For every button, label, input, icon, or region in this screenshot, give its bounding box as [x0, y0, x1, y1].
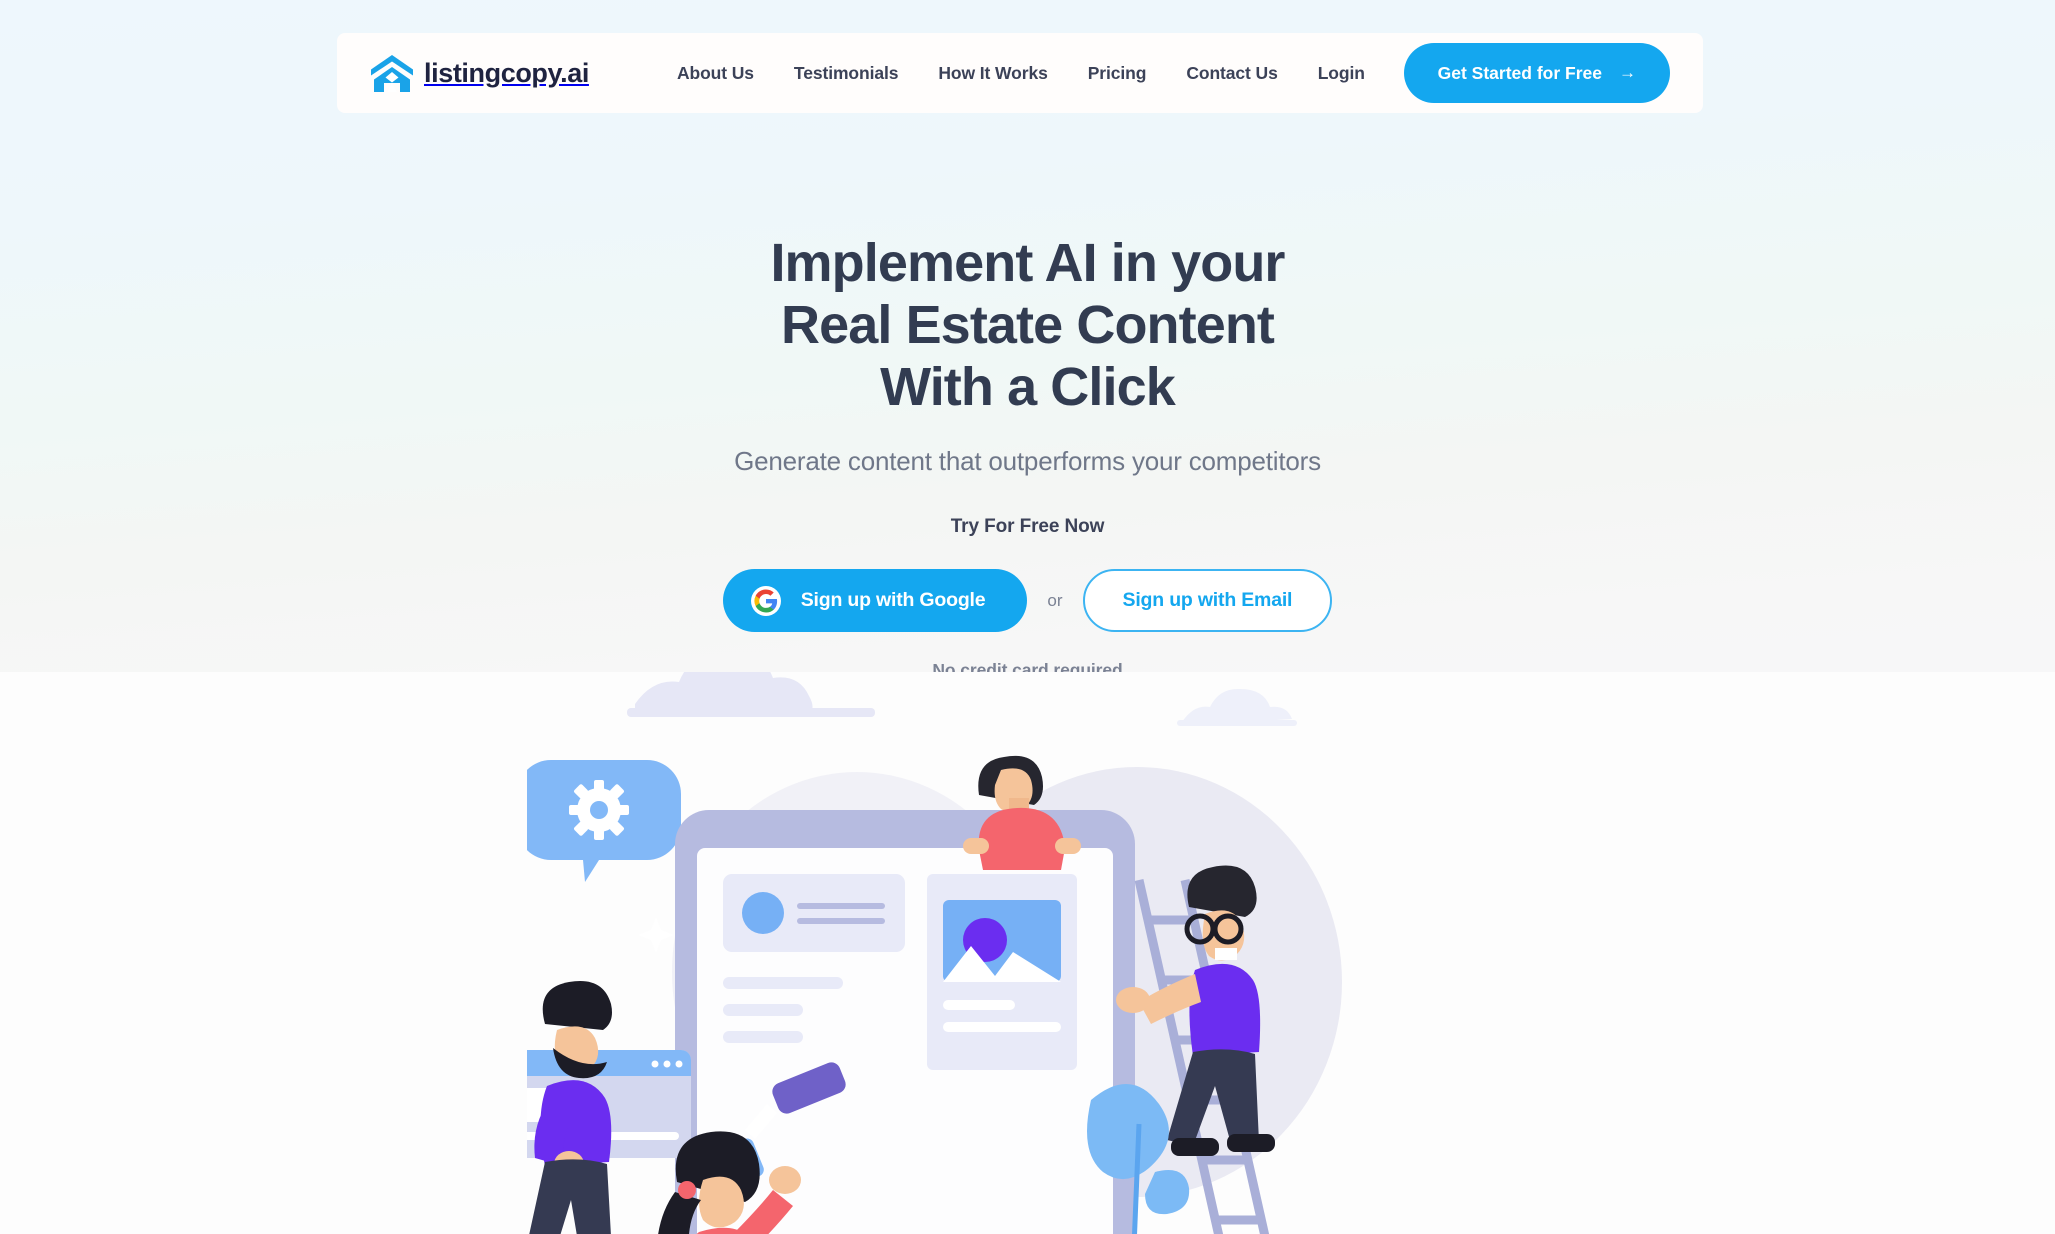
team-building-website-illustration [479, 672, 1527, 1234]
sign-up-with-google-label: Sign up with Google [800, 589, 986, 611]
illustration-section [0, 672, 2055, 1234]
avatar [742, 892, 784, 934]
hand [769, 1166, 801, 1194]
trousers [529, 1159, 611, 1234]
signup-separator: or [1047, 590, 1063, 610]
try-for-free-label: Try For Free Now [950, 516, 1105, 537]
hero-content: Implement AI in your Real Estate Content… [0, 0, 2055, 681]
hair-tie [678, 1181, 696, 1199]
sparkle-icon-2 [638, 917, 674, 953]
cloud-small-icon [1177, 688, 1297, 726]
shirt [1189, 963, 1261, 1056]
profile-card [723, 874, 905, 952]
hero-section: listingcopy.ai About Us Testimonials How… [0, 0, 2055, 680]
shoe-right [1227, 1134, 1275, 1152]
google-g-icon [750, 585, 781, 616]
image-card [927, 874, 1077, 1070]
signup-button-row: Sign up with Google or Sign up with Emai… [0, 569, 2055, 632]
headline-line-1: Implement AI in your [770, 233, 1285, 293]
shoe-left [1171, 1138, 1219, 1156]
hand-right [1055, 838, 1081, 854]
headline-line-3: With a Click [880, 357, 1176, 417]
gear-speech-bubble-icon [517, 760, 681, 882]
hand-left [963, 838, 989, 854]
hair [542, 980, 612, 1030]
hero-subheadline: Generate content that outperforms your c… [734, 446, 1321, 476]
page-title: Implement AI in your Real Estate Content… [0, 232, 2055, 418]
hand [1116, 987, 1150, 1013]
headline-line-2: Real Estate Content [781, 295, 1275, 355]
sign-up-with-email-label: Sign up with Email [1122, 589, 1293, 611]
sign-up-with-google-button[interactable]: Sign up with Google [722, 569, 1028, 632]
sign-up-with-email-button[interactable]: Sign up with Email [1082, 569, 1333, 632]
cloud-large-icon [627, 672, 875, 717]
